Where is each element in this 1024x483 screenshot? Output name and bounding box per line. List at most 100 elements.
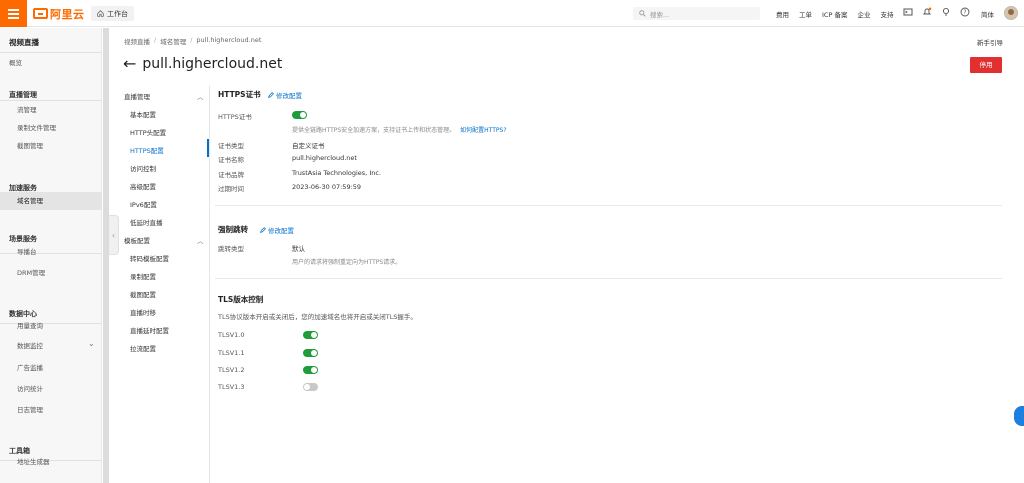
bell-icon[interactable] (922, 7, 932, 17)
sidebar-item[interactable]: 截图管理 (0, 137, 102, 155)
terminal-icon[interactable] (903, 7, 913, 17)
top-link[interactable]: 费用 (776, 9, 789, 19)
cert-name-value: pull.highercloud.net (292, 154, 357, 162)
stop-button[interactable]: 停用 (970, 57, 1002, 73)
sidebar-item[interactable]: 录制文件管理 (0, 119, 102, 137)
sidebar-item-overview[interactable]: 概览 (0, 54, 102, 72)
tls-version-label: TLSV1.2 (218, 366, 245, 374)
https-switch-label: HTTPS证书 (218, 113, 252, 121)
sidebar-item[interactable]: 流管理 (0, 101, 102, 119)
top-link[interactable]: 支持 (880, 9, 893, 19)
sidebar-item-label: 日志管理 (17, 406, 43, 414)
config-nav-item[interactable]: 基本配置 (130, 109, 156, 119)
collapse-sidebar-button[interactable]: ‹ (109, 215, 119, 255)
cert-brand-value: TrustAsia Technologies, Inc. (292, 169, 381, 177)
top-bar: 阿里云 工作台 搜索... 费用 工单 ICP 备案 企业 支持 ? 简体 (0, 0, 1024, 27)
config-nav-item[interactable]: 低延时直播 (130, 217, 163, 227)
tls-version-label: TLSV1.1 (218, 349, 245, 357)
https-edit-button[interactable]: 修改配置 (268, 90, 302, 100)
redirect-type-label: 跳转类型 (218, 245, 244, 253)
config-nav-item[interactable]: IPv6配置 (130, 199, 157, 209)
breadcrumb-item[interactable]: 视频直播 (124, 36, 150, 46)
config-nav: 直播管理 ︿ 基本配置 HTTP头配置 HTTPS配置 访问控制高级配置 IPv6配置 低延时… (120, 86, 210, 483)
config-nav-item[interactable]: 访问控制 (130, 163, 156, 173)
tls-version-toggle[interactable] (303, 366, 318, 374)
breadcrumb-item: pull.highercloud.net (196, 36, 262, 44)
breadcrumb-item[interactable]: 域名管理 (160, 36, 186, 46)
sidebar-item-label: 广告监播 (17, 364, 43, 372)
language-switch[interactable]: 简体 (981, 9, 994, 19)
top-link[interactable]: ICP 备案 (822, 9, 847, 19)
breadcrumb: 视频直播 / 域名管理 / pull.highercloud.net (124, 36, 261, 46)
cert-type-value: 自定义证书 (292, 142, 325, 150)
sidebar-item[interactable]: 用量查询 (0, 317, 102, 335)
https-help-link[interactable]: 如何配置HTTPS? (460, 127, 506, 134)
floating-help-button[interactable] (1014, 406, 1024, 426)
sidebar-item[interactable]: 日志管理 (0, 401, 102, 419)
chevron-up-icon[interactable]: ︿ (197, 235, 204, 245)
chevron-up-icon[interactable]: ︿ (197, 91, 204, 101)
https-edit-label: 修改配置 (276, 92, 302, 100)
tls-version-label: TLSV1.0 (218, 331, 245, 339)
divider (0, 52, 102, 53)
sidebar-item-label: 访问统计 (17, 385, 43, 393)
top-link[interactable]: 企业 (857, 9, 870, 19)
tls-version-toggle[interactable] (303, 331, 318, 339)
top-link[interactable]: 工单 (799, 9, 812, 19)
sidebar-item[interactable]: 广告监播 (0, 359, 102, 377)
config-nav-item[interactable]: 录制配置 (130, 271, 156, 281)
sidebar-group-label: 直播管理 (9, 91, 37, 99)
sidebar-item[interactable]: 地址生成器 (0, 453, 102, 471)
lightbulb-icon[interactable] (941, 7, 951, 17)
redirect-edit-button[interactable]: 修改配置 (260, 225, 294, 235)
tls-version-toggle[interactable] (303, 383, 318, 391)
config-nav-item[interactable]: HTTPS配置 (130, 145, 164, 155)
logo-text: 阿里云 (50, 7, 85, 21)
newbie-guide-link[interactable]: 新手引导 (977, 37, 1003, 47)
redirect-hint: 用户的请求将强制重定向为HTTPS请求。 (292, 259, 402, 266)
config-nav-item[interactable]: HTTP头配置 (130, 127, 166, 137)
sidebar-item[interactable]: 域名管理 (0, 192, 102, 210)
workbench-button[interactable]: 工作台 (91, 6, 134, 21)
config-nav-group[interactable]: 模板配置 (124, 235, 150, 245)
search-input[interactable]: 搜索... (633, 7, 760, 20)
config-nav-item[interactable]: 截图配置 (130, 289, 156, 299)
help-icon[interactable]: ? (960, 7, 970, 17)
tls-version-toggle[interactable] (303, 349, 318, 357)
tls-description: TLS协议版本开启或关闭后，您的加速域名也将开启或关闭TLS握手。 (218, 313, 417, 321)
cert-expiry-label: 过期时间 (218, 185, 244, 193)
config-nav-item[interactable]: 高级配置 (130, 181, 156, 191)
svg-text:?: ? (963, 9, 966, 16)
config-nav-item[interactable]: 拉流配置 (130, 343, 156, 353)
sidebar-item[interactable]: 导播台 (0, 243, 102, 261)
config-nav-item[interactable]: 转码模板配置 (130, 253, 169, 263)
chevron-down-icon: ⌄ (88, 339, 95, 348)
https-hint-text: 提供全链路HTTPS安全加速方案，支持证书上传和状态管理。 (292, 127, 456, 134)
sidebar-item-label: 截图管理 (17, 142, 43, 150)
sidebar-item-label: 流管理 (17, 106, 37, 114)
sidebar-item[interactable]: 访问统计 (0, 380, 102, 398)
divider (215, 205, 1002, 206)
sidebar-item[interactable]: 数据监控 ⌄ (0, 337, 102, 355)
sidebar-item-label: DRM管理 (17, 269, 46, 277)
cert-expiry-value: 2023-06-30 07:59:59 (292, 183, 362, 191)
sidebar-item[interactable]: DRM管理 (0, 264, 102, 282)
edit-icon (260, 227, 266, 233)
https-section-title: HTTPS证书 (218, 90, 261, 99)
cert-type-label: 证书类型 (218, 142, 244, 150)
back-arrow-icon[interactable]: ← (123, 56, 136, 72)
https-toggle[interactable] (292, 111, 307, 119)
breadcrumb-separator: / (190, 36, 193, 44)
sidebar-title: 视频直播 (9, 38, 39, 47)
sidebar: 视频直播 概览 直播管理 流管理 录制文件管理 截图管理 加速服务 域名管理 场景服务 导播台… (0, 28, 102, 483)
sidebar-scrollbar[interactable] (103, 28, 109, 483)
avatar[interactable] (1004, 6, 1018, 20)
page-title-text: pull.highercloud.net (142, 56, 283, 72)
sidebar-item-label: 用量查询 (17, 322, 43, 330)
logo[interactable]: 阿里云 (33, 7, 85, 21)
config-nav-group[interactable]: 直播管理 (124, 91, 150, 101)
config-nav-item[interactable]: 直播延时配置 (130, 325, 169, 335)
search-icon (639, 10, 646, 17)
config-nav-item[interactable]: 直播时移 (130, 307, 156, 317)
menu-icon[interactable] (0, 0, 27, 27)
